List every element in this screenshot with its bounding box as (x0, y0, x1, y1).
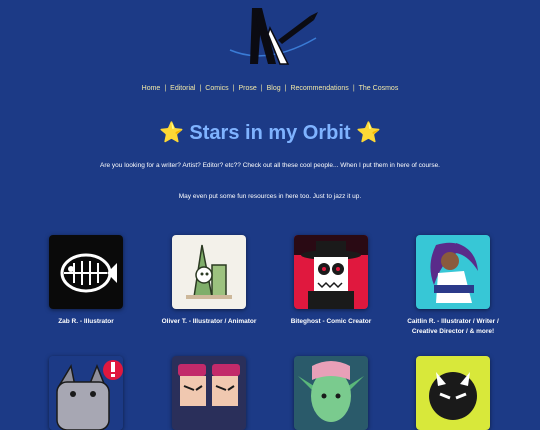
card-image[interactable] (416, 356, 490, 430)
card-label[interactable]: Biteghost - Comic Creator (276, 317, 386, 327)
card-label[interactable]: Caitlin R. - Illustrator / Writer / Crea… (398, 317, 508, 337)
intro-text: Are you looking for a writer? Artist? Ed… (100, 162, 440, 169)
card-image[interactable] (416, 235, 490, 309)
card-image[interactable] (49, 356, 123, 430)
site-logo[interactable] (228, 6, 320, 68)
card-label[interactable]: Zab R. - Illustrator (31, 317, 141, 327)
nav-separator: | (352, 85, 355, 92)
card-image[interactable] (172, 356, 246, 430)
nav-separator: | (164, 85, 167, 92)
nav-separator: | (260, 85, 263, 92)
nav-recommendations[interactable]: Recommendations (290, 85, 348, 92)
card-caitlin[interactable]: Caitlin R. - Illustrator / Writer / Crea… (398, 235, 508, 337)
intro-text-secondary: May even put some fun resources in here … (178, 193, 362, 200)
page-title-text: Stars in my Orbit (189, 122, 351, 144)
main-nav: Home | Editorial | Comics | Prose | Blog | Recomme… (0, 85, 540, 92)
nav-comics[interactable]: Comics (205, 85, 228, 92)
card-image[interactable] (294, 235, 368, 309)
star-icon: ⭐ (158, 122, 184, 144)
nav-editorial[interactable]: Editorial (170, 85, 195, 92)
page-title: ⭐ Stars in my Orbit ⭐ (0, 120, 540, 145)
nav-blog[interactable]: Blog (267, 85, 281, 92)
nav-separator: | (199, 85, 202, 92)
card-biteghost[interactable]: Biteghost - Comic Creator (276, 235, 386, 327)
card-image[interactable] (172, 235, 246, 309)
star-icon: ⭐ (356, 122, 382, 144)
card-row2-3[interactable] (276, 356, 386, 430)
nav-separator: | (232, 85, 235, 92)
nav-separator: | (284, 85, 287, 92)
card-zab[interactable]: Zab R. - Illustrator (31, 235, 141, 327)
card-image[interactable] (49, 235, 123, 309)
card-label[interactable]: Oliver T. - Illustrator / Animator (154, 317, 264, 327)
card-row2-2[interactable] (154, 356, 264, 430)
nav-prose[interactable]: Prose (238, 85, 256, 92)
nav-the-cosmos[interactable]: The Cosmos (359, 85, 399, 92)
card-row2-4[interactable] (398, 356, 508, 430)
card-oliver[interactable]: Oliver T. - Illustrator / Animator (154, 235, 264, 327)
nav-home[interactable]: Home (142, 85, 161, 92)
card-image[interactable] (294, 356, 368, 430)
card-row2-1[interactable] (31, 356, 141, 430)
